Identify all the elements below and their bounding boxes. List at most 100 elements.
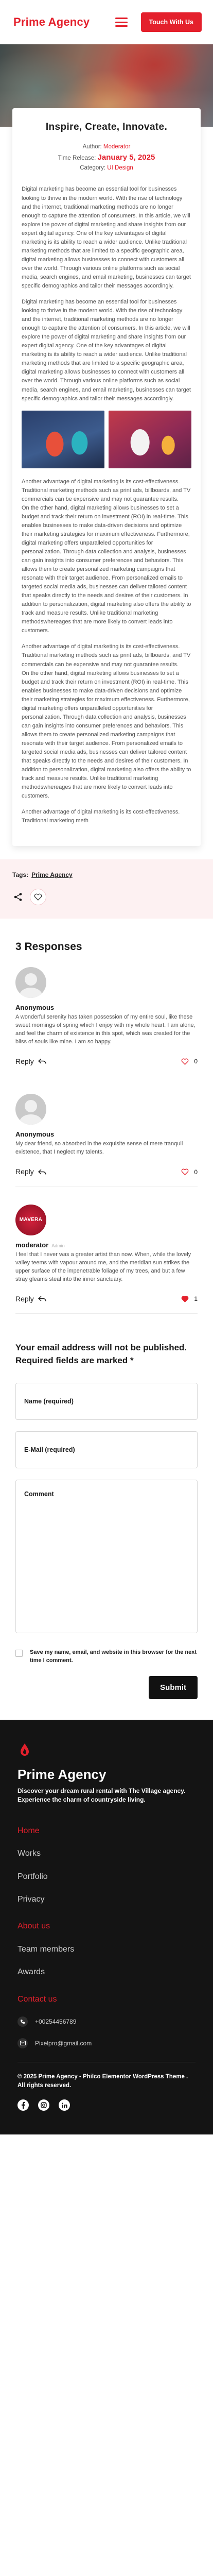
category-link[interactable]: UI Design bbox=[107, 165, 133, 171]
awards-link[interactable]: Awards bbox=[17, 1967, 196, 1978]
avatar bbox=[15, 1094, 46, 1125]
article-gallery bbox=[22, 410, 191, 468]
author-link[interactable]: Moderator bbox=[103, 144, 130, 150]
meta-category: Category: UI Design bbox=[22, 164, 191, 173]
heart-icon[interactable] bbox=[30, 889, 46, 906]
team-members-link[interactable]: Team members bbox=[17, 1944, 196, 1955]
like-count: 0 bbox=[194, 1057, 198, 1065]
like-count: 1 bbox=[194, 1295, 198, 1303]
reply-label: Reply bbox=[15, 1294, 34, 1303]
footer-nav-portfolio[interactable]: Portfolio bbox=[17, 1871, 196, 1883]
facebook-icon[interactable] bbox=[17, 2099, 29, 2111]
comment-author: Anonymous bbox=[15, 1003, 55, 1011]
article-paragraph: Another advantage of digital marketing i… bbox=[22, 478, 191, 634]
article-paragraph: Another advantage of digital marketing i… bbox=[22, 809, 180, 824]
copyright: © 2025 Prime Agency - Philco Elementor W… bbox=[17, 2073, 188, 2089]
comment-divider bbox=[15, 1313, 198, 1314]
comment-text: A wonderful serenity has taken possessio… bbox=[15, 1013, 196, 1045]
tag-link[interactable]: Prime Agency bbox=[31, 871, 73, 878]
avatar bbox=[15, 967, 46, 998]
name-field[interactable] bbox=[15, 1382, 198, 1420]
like-button[interactable]: 1 bbox=[181, 1295, 198, 1303]
submit-button[interactable]: Submit bbox=[149, 1676, 198, 1700]
reply-arrow-icon bbox=[38, 1296, 46, 1302]
comment-actions: Reply 1 bbox=[15, 1294, 198, 1304]
meta-time: Time Release: January 5, 2025 bbox=[22, 151, 191, 163]
footer-brand[interactable]: Prime Agency bbox=[17, 1765, 196, 1784]
social-links bbox=[17, 2099, 196, 2111]
like-button[interactable]: 0 bbox=[181, 1057, 198, 1066]
contact-email[interactable]: Pixelpro@gmail.com bbox=[17, 2038, 196, 2048]
reply-arrow-icon bbox=[38, 1169, 46, 1175]
article-meta: Author: Moderator Time Release: January … bbox=[22, 143, 191, 173]
share-icon[interactable] bbox=[12, 891, 24, 903]
contact-phone[interactable]: +00254456789 bbox=[17, 2016, 196, 2027]
article-paragraph: Digital marketing has become an essentia… bbox=[22, 299, 191, 402]
logo-icon bbox=[21, 1743, 29, 1756]
footer-nav-works[interactable]: Works bbox=[17, 1848, 196, 1859]
responses-section: 3 Responses Anonymous A wonderful sereni… bbox=[0, 919, 213, 1314]
reply-form: Your email address will not be published… bbox=[0, 1331, 213, 1720]
consent-checkbox[interactable] bbox=[15, 1649, 23, 1657]
comment-author: Anonymous bbox=[15, 1130, 55, 1139]
linkedin-icon[interactable] bbox=[59, 2099, 70, 2111]
email-address: Pixelpro@gmail.com bbox=[35, 2039, 92, 2047]
reply-button[interactable]: Reply bbox=[15, 1057, 46, 1067]
footer-nav: Home Works Portfolio Privacy bbox=[17, 1825, 196, 1906]
comment-author: moderator Admin bbox=[15, 1241, 65, 1249]
comment-role: Admin bbox=[51, 1243, 65, 1248]
phone-number: +00254456789 bbox=[35, 2018, 77, 2025]
meta-author: Author: Moderator bbox=[22, 143, 191, 152]
release-date: January 5, 2025 bbox=[97, 153, 155, 162]
footer-nav-privacy[interactable]: Privacy bbox=[17, 1894, 196, 1905]
tags-section: Tags: Prime Agency bbox=[0, 859, 213, 919]
consent-label: Save my name, email, and website in this… bbox=[30, 1649, 197, 1664]
footer-tagline: Discover your dream rural rental with Th… bbox=[17, 1787, 186, 1804]
header-actions: Touch With Us bbox=[115, 12, 202, 32]
site-footer: Prime Agency Discover your dream rural r… bbox=[0, 1720, 213, 2135]
like-button[interactable]: 0 bbox=[181, 1168, 198, 1177]
reply-label: Reply bbox=[15, 1057, 34, 1065]
footer-nav-home[interactable]: Home bbox=[17, 1825, 196, 1837]
author-label: Author: bbox=[82, 143, 102, 150]
comment-text: I feel that I never was a greater artist… bbox=[15, 1251, 191, 1282]
comment-item: Anonymous A wonderful serenity has taken… bbox=[15, 967, 198, 1077]
about-heading[interactable]: About us bbox=[17, 1921, 196, 1932]
comment-item: Anonymous My dear friend, so absorbed in… bbox=[15, 1094, 198, 1187]
form-heading: Your email address will not be published… bbox=[15, 1343, 187, 1365]
reply-button[interactable]: Reply bbox=[15, 1294, 46, 1304]
gallery-image-mugs-pink bbox=[109, 410, 191, 468]
comment-field[interactable] bbox=[15, 1479, 198, 1633]
email-field[interactable] bbox=[15, 1431, 198, 1468]
tags-line: Tags: Prime Agency bbox=[12, 871, 201, 879]
article-title: Inspire, Create, Innovate. bbox=[45, 122, 168, 132]
phone-icon bbox=[17, 2016, 28, 2027]
like-count: 0 bbox=[194, 1168, 198, 1176]
comment-text: My dear friend, so absorbed in the exqui… bbox=[15, 1141, 183, 1156]
site-header: Prime Agency Touch With Us bbox=[0, 0, 213, 44]
reply-arrow-icon bbox=[38, 1058, 46, 1064]
touch-with-us-button[interactable]: Touch With Us bbox=[140, 12, 202, 32]
tags-label: Tags: bbox=[12, 871, 29, 879]
responses-heading: 3 Responses bbox=[15, 941, 82, 953]
submit-row: Submit bbox=[15, 1676, 198, 1700]
brand-logo[interactable]: Prime Agency bbox=[13, 14, 90, 30]
post-actions bbox=[12, 889, 201, 906]
comment-item: MAVERA moderator Admin I feel that I neve… bbox=[15, 1204, 198, 1314]
contact-heading[interactable]: Contact us bbox=[17, 1994, 196, 2005]
reply-button[interactable]: Reply bbox=[15, 1167, 46, 1177]
heart-icon bbox=[182, 1296, 189, 1302]
heart-icon bbox=[182, 1058, 189, 1065]
time-label: Time Release: bbox=[58, 155, 96, 162]
article-card: Inspire, Create, Innovate. Author: Moder… bbox=[12, 108, 201, 846]
menu-icon[interactable] bbox=[115, 18, 128, 27]
comment-actions: Reply 0 bbox=[15, 1167, 198, 1177]
heart-icon bbox=[182, 1168, 189, 1176]
comment-actions: Reply 0 bbox=[15, 1057, 198, 1067]
avatar: MAVERA bbox=[15, 1204, 46, 1235]
instagram-icon[interactable] bbox=[38, 2099, 49, 2111]
article-paragraph: Digital marketing has become an essentia… bbox=[22, 186, 191, 289]
reply-label: Reply bbox=[15, 1167, 34, 1176]
gallery-image-mugs-blue bbox=[22, 410, 104, 468]
article-paragraph: Another advantage of digital marketing i… bbox=[22, 643, 191, 800]
